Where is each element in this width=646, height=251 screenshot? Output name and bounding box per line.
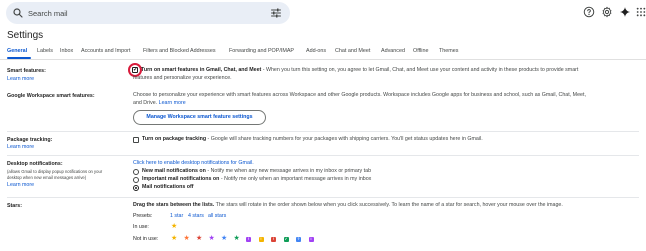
- presets-label: Presets:: [133, 213, 153, 219]
- help-icon[interactable]: [583, 6, 595, 18]
- enable-desktop-notifications-link[interactable]: Click here to enable desktop notificatio…: [133, 160, 254, 166]
- page-title: Settings: [7, 30, 44, 41]
- divider: [7, 197, 639, 198]
- workspace-description-line2: and Drive. Learn more: [133, 99, 186, 106]
- preset-all-stars-link[interactable]: all stars: [208, 213, 226, 219]
- star-icon[interactable]: ★: [221, 235, 227, 243]
- smart-features-text: Turn on smart features in Gmail, Chat, a…: [141, 67, 579, 73]
- settings-gear-icon[interactable]: [601, 6, 613, 18]
- tab-forwarding-and-pop-imap[interactable]: Forwarding and POP/IMAP: [229, 48, 294, 54]
- new-mail-notifications-text: New mail notifications on - Notify me wh…: [142, 168, 372, 174]
- radio-new-mail-notifications[interactable]: [133, 168, 139, 175]
- star-badge-icon[interactable]: ?: [296, 236, 301, 242]
- star-icon[interactable]: ★: [209, 235, 215, 243]
- desktop-notifications-sub2: desktop when new email messages arrive): [7, 175, 87, 180]
- package-tracking-text: Turn on package tracking - Google will s…: [142, 136, 483, 142]
- desktop-notifications-label: Desktop notifications:: [7, 161, 63, 167]
- tab-offline[interactable]: Offline: [413, 48, 428, 54]
- search-options-icon[interactable]: [270, 7, 282, 19]
- radio-important-mail-notifications[interactable]: [133, 176, 139, 183]
- tab-filters-and-blocked-addresses[interactable]: Filters and Blocked Addresses: [143, 48, 216, 54]
- mail-notifications-off-text: Mail notifications off: [142, 184, 194, 190]
- star-badge-icon[interactable]: i: [308, 236, 314, 242]
- tab-add-ons[interactable]: Add-ons: [306, 48, 326, 54]
- tab-inbox[interactable]: Inbox: [60, 48, 73, 54]
- star-icon[interactable]: ★: [196, 235, 202, 243]
- search-input[interactable]: [28, 5, 248, 21]
- smart-features-learn-more-link[interactable]: Learn more: [7, 76, 34, 82]
- star-badge-icon[interactable]: !: [258, 236, 264, 242]
- tab-themes[interactable]: Themes: [439, 48, 458, 54]
- package-tracking-label: Package tracking:: [7, 137, 53, 143]
- tab-labels[interactable]: Labels: [37, 48, 53, 54]
- gemini-sparkle-icon[interactable]: [619, 6, 631, 18]
- workspace-description: Choose to personalize your experience wi…: [133, 92, 586, 98]
- star-badge-icon[interactable]: !: [246, 236, 251, 242]
- smart-features-label: Smart features:: [7, 68, 46, 74]
- star-badge-icon[interactable]: !: [271, 236, 276, 242]
- search-bar[interactable]: [6, 2, 290, 24]
- checkmark-icon: ✓: [133, 67, 139, 73]
- tab-chat-and-meet[interactable]: Chat and Meet: [335, 48, 370, 54]
- divider: [7, 155, 639, 156]
- smart-features-text-line2: features and personalize your experience…: [133, 74, 232, 81]
- preset-4-stars-link[interactable]: 4 stars: [188, 213, 204, 219]
- tab-advanced[interactable]: Advanced: [381, 48, 405, 54]
- star-badge-icon[interactable]: ✓: [283, 236, 289, 242]
- tab-accounts-and-import[interactable]: Accounts and Import: [81, 48, 130, 54]
- star-icon[interactable]: ★: [171, 235, 177, 243]
- yellow-star-icon[interactable]: ★: [171, 223, 177, 231]
- settings-tabs: General Labels Inbox Accounts and Import…: [0, 46, 646, 60]
- smart-features-checkbox[interactable]: ✓: [132, 67, 138, 73]
- in-use-label: In use:: [133, 224, 149, 230]
- radio-mail-notifications-off[interactable]: [133, 184, 139, 191]
- stars-instruction: Drag the stars between the lists. The st…: [133, 202, 563, 208]
- search-icon[interactable]: [12, 7, 24, 19]
- workspace-smart-features-label: Google Workspace smart features:: [7, 93, 95, 99]
- important-mail-notifications-text: Important mail notifications on - Notify…: [142, 176, 372, 182]
- divider: [7, 131, 639, 132]
- star-icon[interactable]: ★: [234, 235, 240, 243]
- tab-general[interactable]: General: [7, 48, 27, 54]
- manage-workspace-settings-button[interactable]: Manage Workspace smart feature settings: [133, 110, 266, 125]
- package-tracking-learn-more-link[interactable]: Learn more: [7, 144, 34, 150]
- star-icon[interactable]: ★: [184, 235, 190, 243]
- package-tracking-checkbox[interactable]: [133, 137, 139, 143]
- stars-label: Stars:: [7, 203, 23, 209]
- desktop-notifications-learn-more-link[interactable]: Learn more: [7, 182, 34, 188]
- apps-grid-icon[interactable]: [636, 6, 646, 18]
- preset-1-star-link[interactable]: 1 star: [170, 213, 183, 219]
- active-tab-indicator: [7, 57, 31, 59]
- not-in-use-label: Not in use:: [133, 236, 159, 242]
- workspace-learn-more-link[interactable]: Learn more: [159, 100, 186, 106]
